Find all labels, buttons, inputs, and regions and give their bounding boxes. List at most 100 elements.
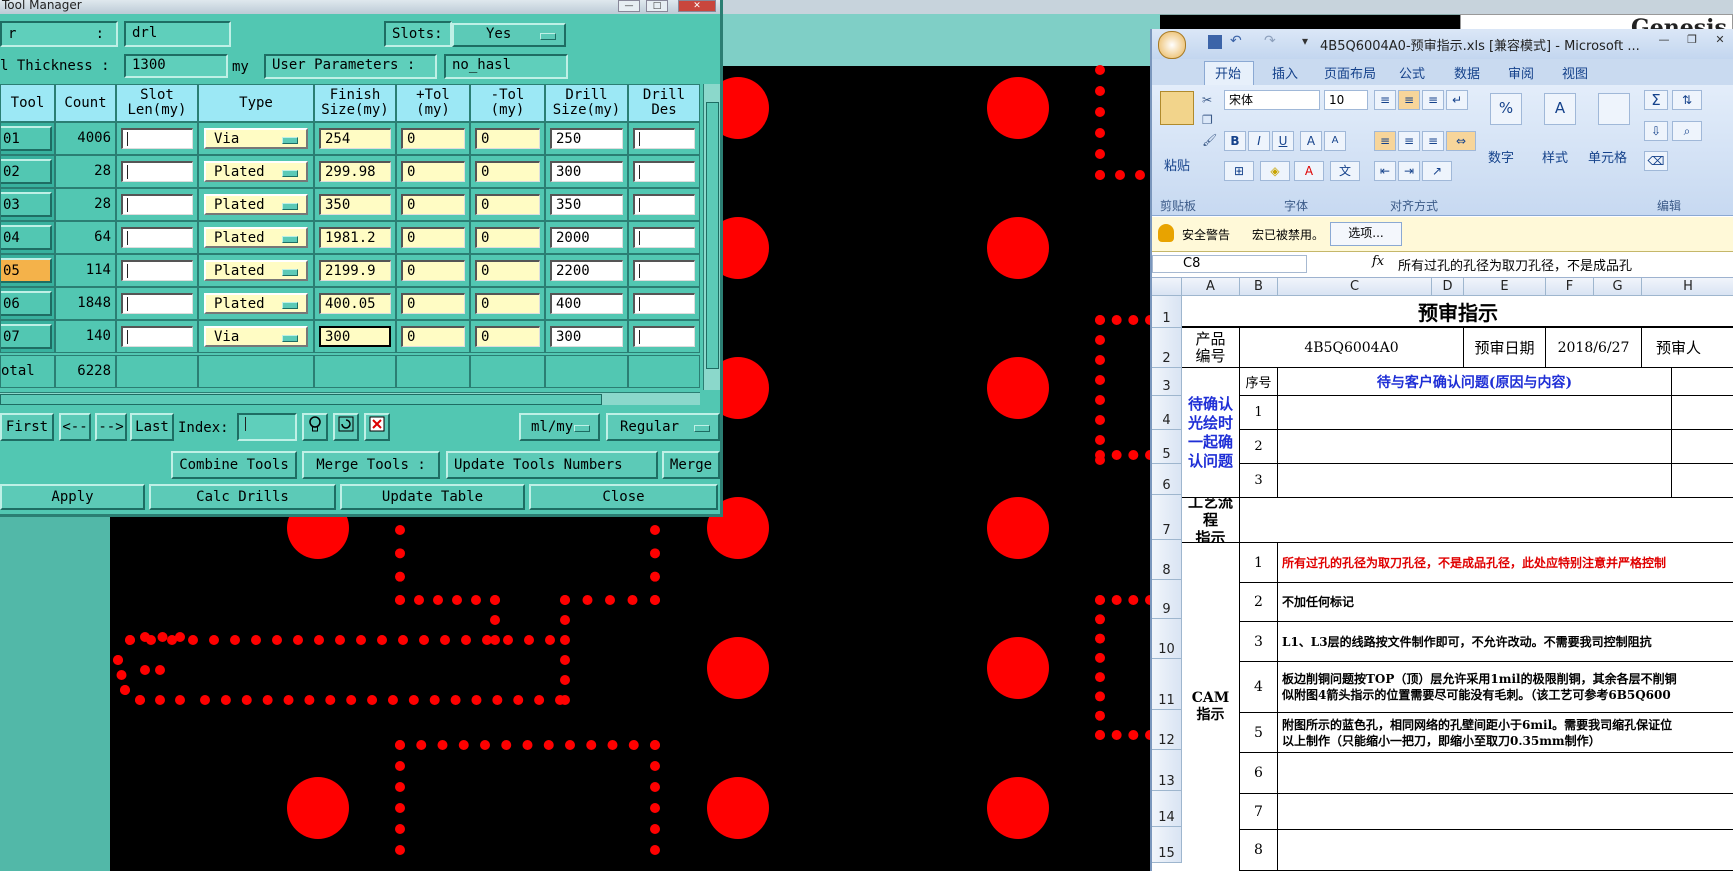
underline-icon[interactable]: U — [1272, 131, 1294, 151]
tab-home[interactable]: 开始 — [1215, 63, 1241, 82]
cam-seq[interactable]: 4 — [1240, 662, 1278, 713]
drill-des-input[interactable] — [633, 260, 695, 281]
first-button[interactable]: First — [0, 413, 54, 441]
font-size-select[interactable]: 10 — [1324, 90, 1368, 110]
style-icon[interactable]: A — [1544, 93, 1576, 125]
confirm-content[interactable] — [1278, 464, 1672, 498]
tab-view[interactable]: 视图 — [1562, 63, 1588, 82]
confirm-extra[interactable] — [1672, 396, 1733, 430]
confirm-extra[interactable] — [1672, 368, 1733, 396]
row-header[interactable]: 9 — [1152, 580, 1182, 619]
col-header-minus-tol[interactable]: -Tol (my) — [470, 84, 545, 122]
col-header-type[interactable]: Type — [198, 84, 314, 122]
user-parameters-input[interactable]: no_hasl — [444, 54, 568, 79]
number-button[interactable]: 数字 — [1488, 147, 1514, 166]
cam-seq[interactable]: 5 — [1240, 713, 1278, 753]
type-dropdown[interactable]: Plated — [204, 260, 308, 281]
minus-tol-input[interactable]: 0 — [475, 227, 540, 248]
paste-button[interactable]: 粘贴 — [1164, 155, 1190, 174]
col-header-g[interactable]: G — [1594, 278, 1642, 296]
cam-instruction[interactable]: 附图所示的蓝色孔，相同网络的孔壁间距小于6mil。需要我司缩孔保证位 以上制作（… — [1278, 713, 1733, 753]
minus-tol-input[interactable]: 0 — [475, 128, 540, 149]
tool-number[interactable]: 04 — [1, 225, 52, 250]
horizontal-scrollbar[interactable] — [0, 392, 700, 405]
wrap-text-icon[interactable]: ↵ — [1446, 90, 1468, 110]
row-header[interactable]: 5 — [1152, 430, 1182, 464]
col-header-plus-tol[interactable]: +Tol (my) — [396, 84, 470, 122]
excel-minimize-icon[interactable]: — — [1652, 33, 1676, 47]
tool-number[interactable]: 02 — [1, 159, 52, 184]
excel-close-icon[interactable]: ✕ — [1708, 33, 1732, 47]
clear-icon[interactable]: ⌫ — [1644, 151, 1668, 171]
thickness-input[interactable]: 1300 — [124, 54, 228, 78]
type-dropdown[interactable]: Via — [204, 128, 308, 149]
tool-number[interactable]: 07 — [1, 324, 52, 349]
last-button[interactable]: Last — [130, 413, 174, 441]
slot-len-input[interactable] — [121, 260, 193, 281]
vertical-scroll-thumb[interactable] — [706, 102, 719, 369]
align-center-icon[interactable]: ≡ — [1398, 131, 1420, 151]
options-button[interactable]: 选项... — [1330, 222, 1402, 246]
orientation-icon[interactable]: ↗ — [1422, 161, 1452, 181]
row-header[interactable]: 4 — [1152, 396, 1182, 430]
cam-seq[interactable]: 6 — [1240, 753, 1278, 794]
sort-filter-icon[interactable]: ⇅ — [1672, 90, 1702, 110]
autosum-icon[interactable]: Σ — [1644, 90, 1668, 110]
slot-len-input[interactable] — [121, 161, 193, 182]
drill-des-input[interactable] — [633, 326, 695, 347]
drill-des-input[interactable] — [633, 128, 695, 149]
finish-size-input[interactable]: 350 — [319, 194, 391, 215]
phonetic-icon[interactable]: 文 — [1330, 161, 1360, 181]
excel-restore-icon[interactable]: ❐ — [1680, 33, 1704, 47]
font-color-icon[interactable]: A — [1294, 161, 1324, 181]
combine-tools-button[interactable]: Combine Tools — [171, 451, 297, 479]
col-header-count[interactable]: Count — [55, 84, 116, 122]
cam-instruction[interactable]: 板边削铜问题按TOP（顶）层允许采用1mil的极限削铜，其余各层不削铜 似附图4… — [1278, 662, 1733, 713]
font-name-select[interactable]: 宋体 — [1224, 90, 1320, 110]
row-header[interactable]: 11 — [1152, 659, 1182, 710]
review-date-label[interactable]: 预审日期 — [1464, 328, 1546, 368]
type-dropdown[interactable]: Plated — [204, 194, 308, 215]
cam-seq[interactable]: 3 — [1240, 622, 1278, 662]
cells-icon[interactable] — [1598, 93, 1630, 125]
fill-icon[interactable]: ⇩ — [1644, 121, 1668, 141]
align-left-icon[interactable]: ≡ — [1374, 131, 1396, 151]
fx-icon[interactable]: fx — [1372, 254, 1384, 269]
qat-dropdown-icon[interactable]: ▾ — [1302, 34, 1308, 48]
col-header-c[interactable]: C — [1278, 278, 1432, 296]
finish-size-input[interactable]: 400.05 — [319, 293, 391, 314]
tab-page-layout[interactable]: 页面布局 — [1324, 63, 1376, 82]
row-header[interactable]: 14 — [1152, 791, 1182, 827]
col-header-drill-des[interactable]: Drill Des — [628, 84, 700, 122]
confirm-extra[interactable] — [1672, 464, 1733, 498]
drill-size-input[interactable]: 2200 — [550, 260, 623, 281]
review-date-value[interactable]: 2018/6/27 — [1546, 328, 1642, 368]
drill-des-input[interactable] — [633, 161, 695, 182]
slots-dropdown[interactable]: Yes — [452, 23, 566, 47]
redo-icon[interactable]: ↷ — [1264, 33, 1276, 49]
previous-button[interactable]: <-- — [59, 413, 91, 441]
plus-tol-input[interactable]: 0 — [401, 293, 465, 314]
col-header-a[interactable]: A — [1182, 278, 1240, 296]
drill-size-input[interactable]: 2000 — [550, 227, 623, 248]
row-header[interactable]: 13 — [1152, 750, 1182, 791]
delete-icon[interactable] — [364, 413, 390, 441]
update-table-button[interactable]: Update Table — [340, 484, 525, 510]
decrease-indent-icon[interactable]: ⇤ — [1374, 161, 1396, 181]
calc-drills-button[interactable]: Calc Drills — [149, 484, 336, 510]
col-header-finish-size[interactable]: Finish Size(my) — [314, 84, 396, 122]
confirm-content[interactable] — [1278, 430, 1672, 464]
cam-seq[interactable]: 1 — [1240, 543, 1278, 583]
format-painter-icon[interactable]: 🖌 — [1202, 133, 1217, 147]
bold-icon[interactable]: B — [1224, 131, 1246, 151]
minus-tol-input[interactable]: 0 — [475, 260, 540, 281]
product-label[interactable]: 产品 编号 — [1182, 328, 1240, 368]
align-bottom-icon[interactable]: ≡ — [1422, 90, 1444, 110]
save-icon[interactable] — [1208, 35, 1222, 49]
finish-size-input[interactable]: 299.98 — [319, 161, 391, 182]
finish-size-input[interactable]: 300 — [319, 326, 391, 347]
cells-button[interactable]: 单元格 — [1588, 147, 1627, 166]
finish-size-input[interactable]: 2199.9 — [319, 260, 391, 281]
merge-option-dropdown[interactable]: Update Tools Numbers — [446, 451, 658, 479]
col-header-e[interactable]: E — [1464, 278, 1546, 296]
